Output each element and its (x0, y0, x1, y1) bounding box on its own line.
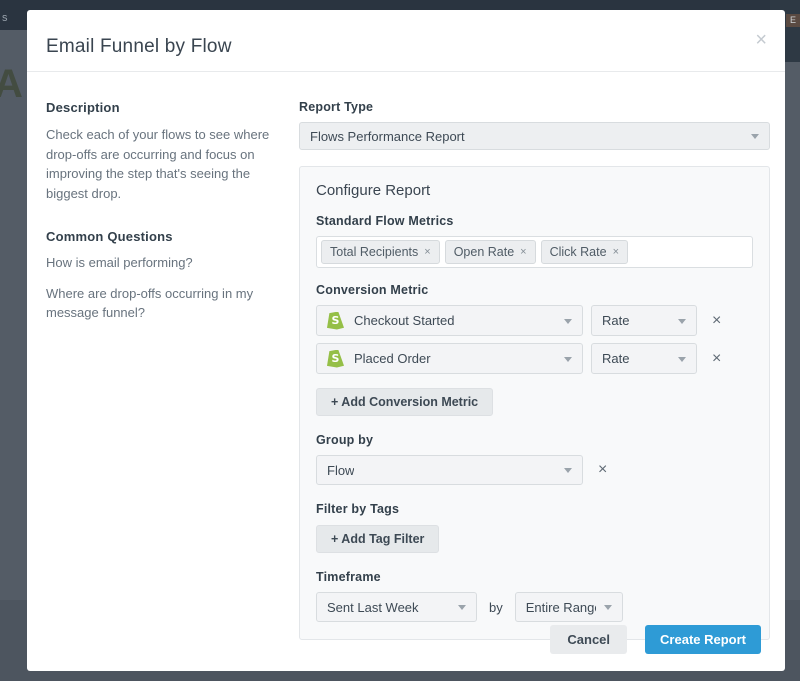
conversion-metric-label: Conversion Metric (316, 283, 753, 297)
metric-tag: Click Rate × (541, 240, 628, 264)
conversion-mode-value: Rate (602, 351, 629, 366)
metric-tag: Total Recipients × (321, 240, 440, 264)
conversion-metric-row: S Checkout Started Rate × (316, 305, 753, 336)
chevron-down-icon (678, 357, 686, 362)
remove-row-icon[interactable]: × (712, 313, 721, 329)
common-questions-heading: Common Questions (46, 229, 278, 244)
modal-body: Description Check each of your flows to … (27, 72, 785, 640)
tag-remove-icon[interactable]: × (613, 246, 619, 258)
timeframe-label: Timeframe (316, 570, 753, 584)
chevron-down-icon (564, 319, 572, 324)
description-text: Check each of your flows to see where dr… (46, 125, 278, 203)
report-type-value: Flows Performance Report (310, 129, 465, 144)
chevron-down-icon (604, 605, 612, 610)
report-type-label: Report Type (299, 100, 770, 114)
timeframe-value: Sent Last Week (327, 600, 419, 615)
chevron-down-icon (564, 468, 572, 473)
report-config-modal: Email Funnel by Flow × Description Check… (27, 10, 785, 671)
standard-metrics-input[interactable]: Total Recipients × Open Rate × Click Rat… (316, 236, 753, 268)
filter-by-tags-label: Filter by Tags (316, 502, 753, 516)
metric-tag-label: Open Rate (454, 245, 514, 259)
description-heading: Description (46, 100, 278, 115)
conversion-mode-select[interactable]: Rate (591, 343, 697, 374)
modal-footer: Cancel Create Report (550, 625, 761, 654)
question-item: How is email performing? (46, 254, 278, 273)
question-item: Where are drop-offs occurring in my mess… (46, 285, 278, 323)
background-nav-fragment: s (2, 12, 8, 24)
report-type-select[interactable]: Flows Performance Report (299, 122, 770, 150)
metric-tag-label: Total Recipients (330, 245, 418, 259)
conversion-metric-select[interactable]: S Checkout Started (316, 305, 583, 336)
metric-tag-label: Click Rate (550, 245, 607, 259)
timeframe-granularity-select[interactable]: Entire Range (515, 592, 623, 622)
group-by-row: Flow × (316, 455, 753, 485)
tag-remove-icon[interactable]: × (424, 246, 430, 258)
metric-tag: Open Rate × (445, 240, 536, 264)
modal-title: Email Funnel by Flow (46, 36, 785, 58)
chevron-down-icon (458, 605, 466, 610)
configure-report-panel: Configure Report Standard Flow Metrics T… (299, 166, 770, 640)
add-conversion-metric-button[interactable]: + Add Conversion Metric (316, 388, 493, 416)
timeframe-row: Sent Last Week by Entire Range (316, 592, 753, 622)
group-by-select[interactable]: Flow (316, 455, 583, 485)
configure-report-heading: Configure Report (316, 182, 753, 199)
create-report-button[interactable]: Create Report (645, 625, 761, 654)
cancel-button[interactable]: Cancel (550, 625, 627, 654)
timeframe-granularity-value: Entire Range (526, 600, 596, 615)
report-form: Report Type Flows Performance Report Con… (299, 100, 770, 640)
standard-flow-metrics-label: Standard Flow Metrics (316, 214, 753, 228)
conversion-metric-row: S Placed Order Rate × (316, 343, 753, 374)
tag-remove-icon[interactable]: × (520, 246, 526, 258)
chevron-down-icon (751, 134, 759, 139)
conversion-metric-value: Checkout Started (354, 313, 454, 328)
group-by-value: Flow (327, 463, 354, 478)
conversion-mode-select[interactable]: Rate (591, 305, 697, 336)
group-by-label: Group by (316, 433, 753, 447)
chevron-down-icon (678, 319, 686, 324)
conversion-metric-select[interactable]: S Placed Order (316, 343, 583, 374)
conversion-mode-value: Rate (602, 313, 629, 328)
add-tag-filter-button[interactable]: + Add Tag Filter (316, 525, 439, 553)
description-panel: Description Check each of your flows to … (46, 100, 278, 640)
remove-group-by-icon[interactable]: × (598, 462, 607, 478)
timeframe-connector: by (489, 600, 503, 615)
modal-header: Email Funnel by Flow × (27, 10, 785, 72)
shopify-icon: S (327, 350, 344, 368)
close-icon[interactable]: × (755, 30, 767, 50)
remove-row-icon[interactable]: × (712, 351, 721, 367)
shopify-icon: S (327, 312, 344, 330)
background-button-fragment: E (786, 14, 800, 27)
background-page-letter: A (0, 62, 23, 107)
chevron-down-icon (564, 357, 572, 362)
conversion-metric-value: Placed Order (354, 351, 431, 366)
timeframe-select[interactable]: Sent Last Week (316, 592, 477, 622)
